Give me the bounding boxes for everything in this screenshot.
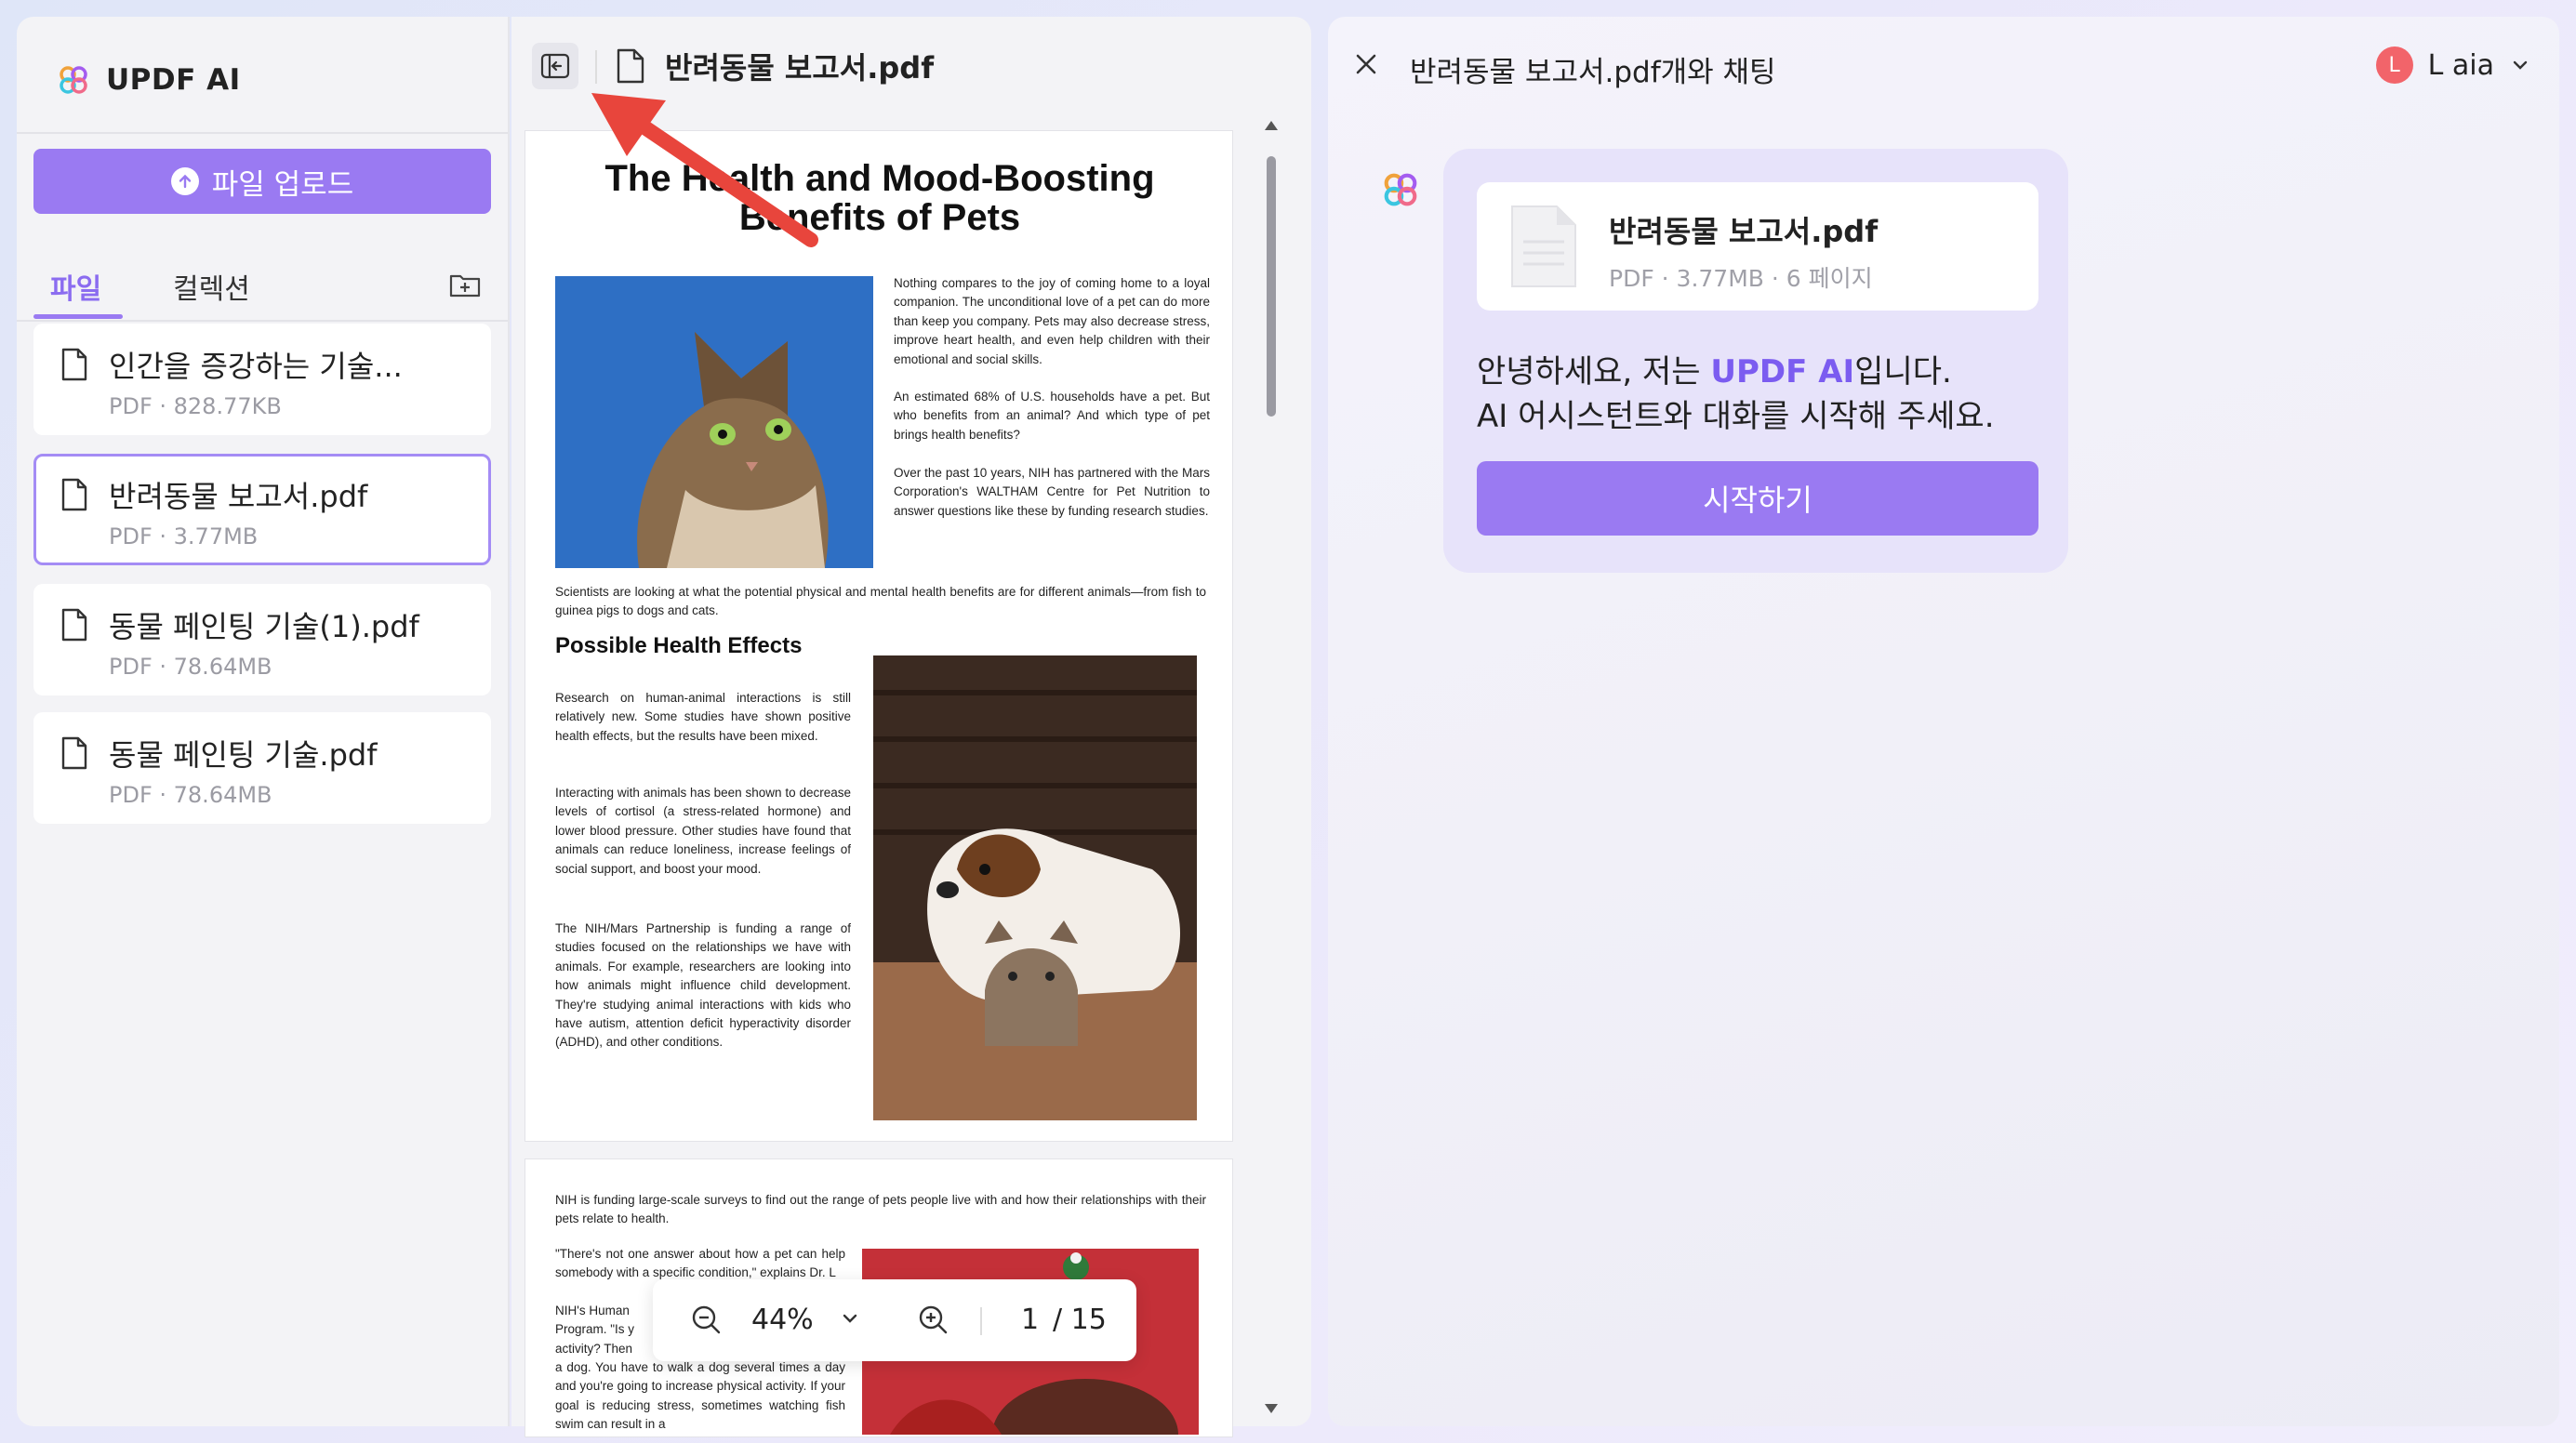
paragraph: NIH's Human Program. "Is y activity? The… bbox=[555, 1302, 657, 1358]
updf-logo-icon bbox=[60, 66, 87, 94]
cat-photo bbox=[555, 276, 873, 568]
chevron-down-icon bbox=[2513, 60, 2528, 70]
file-thumbnail-icon bbox=[1511, 205, 1576, 287]
file-meta: PDF · 78.64MB bbox=[109, 782, 272, 808]
pdf-page[interactable]: The Health and Mood-Boosting Benefits of… bbox=[524, 130, 1233, 1142]
greeting-brand: UPDF AI bbox=[1710, 353, 1855, 391]
dog-cat-illustration bbox=[873, 655, 1197, 1120]
file-name: 동물 페인팅 기술(1).pdf bbox=[109, 609, 419, 644]
paragraph: NIH is funding large-scale surveys to fi… bbox=[555, 1193, 1206, 1226]
file-meta: PDF · 828.77KB bbox=[109, 393, 282, 419]
doc-heading: Possible Health Effects bbox=[555, 633, 803, 658]
file-list-item[interactable]: 동물 페인팅 기술.pdf PDF · 78.64MB bbox=[33, 712, 491, 824]
sidebar: UPDF AI 파일 업로드 파일 컬렉션 인간을 증강하는 기술... PDF… bbox=[17, 17, 510, 1426]
file-list-item[interactable]: 인간을 증강하는 기술... PDF · 828.77KB bbox=[33, 324, 491, 435]
file-name: 인간을 증강하는 기술... bbox=[109, 349, 403, 384]
paragraph: Research on human-animal interactions is… bbox=[555, 691, 851, 743]
attached-file-name: 반려동물 보고서.pdf bbox=[1609, 214, 1879, 249]
close-icon[interactable] bbox=[1352, 50, 1380, 78]
ai-welcome-message: 반려동물 보고서.pdf PDF · 3.77MB · 6 페이지 안녕하세요,… bbox=[1443, 149, 2068, 573]
paragraph: a dog. You have to walk a dog several ti… bbox=[555, 1360, 845, 1432]
file-meta: PDF · 78.64MB bbox=[109, 654, 272, 680]
pdf-scrollbar[interactable] bbox=[1265, 121, 1278, 1413]
text-line: activity? Then bbox=[555, 1341, 633, 1356]
updf-ai-bot-icon bbox=[1384, 173, 1417, 206]
sidebar-tabs: 파일 컬렉션 bbox=[17, 260, 508, 322]
zoom-toolbar: 44% 1 / 15 bbox=[653, 1279, 1136, 1361]
dog-and-cat-photo bbox=[873, 655, 1197, 1120]
cat-illustration bbox=[555, 276, 873, 568]
collapse-sidebar-button[interactable] bbox=[532, 43, 578, 89]
paragraph: "There's not one answer about how a pet … bbox=[555, 1247, 845, 1280]
file-list-item[interactable]: 동물 페인팅 기술(1).pdf PDF · 78.64MB bbox=[33, 584, 491, 695]
paragraph: Over the past 10 years, NIH has partnere… bbox=[894, 466, 1210, 518]
tab-active-indicator bbox=[33, 314, 123, 319]
zoom-out-icon[interactable] bbox=[690, 1304, 722, 1335]
brand: UPDF AI bbox=[58, 63, 241, 97]
page-total: / 15 bbox=[1053, 1304, 1107, 1336]
document-icon bbox=[61, 736, 87, 770]
sidebar-divider bbox=[17, 132, 508, 134]
scroll-thumb[interactable] bbox=[1267, 156, 1276, 417]
tab-files[interactable]: 파일 bbox=[50, 266, 101, 307]
zoom-in-icon[interactable] bbox=[917, 1304, 949, 1335]
file-meta: PDF · 3.77MB bbox=[109, 523, 259, 549]
greeting-line: 안녕하세요, 저는 UPDF AI입니다. bbox=[1477, 350, 1995, 394]
paragraph: Scientists are looking at what the poten… bbox=[555, 585, 1206, 618]
toolbar-separator bbox=[980, 1307, 982, 1335]
pdf-viewer: 반려동물 보고서.pdf The Health and Mood-Boostin… bbox=[511, 17, 1311, 1437]
zoom-level[interactable]: 44% bbox=[751, 1304, 814, 1336]
start-chat-button[interactable]: 시작하기 bbox=[1477, 461, 2038, 536]
collapse-sidebar-icon bbox=[540, 53, 570, 79]
greeting-text: 안녕하세요, 저는 UPDF AI입니다. AI 어시스턴트와 대화를 시작해 … bbox=[1477, 350, 1995, 439]
pdf-title: 반려동물 보고서.pdf bbox=[665, 50, 935, 86]
attached-file-card: 반려동물 보고서.pdf PDF · 3.77MB · 6 페이지 bbox=[1477, 182, 2038, 311]
greeting-line: AI 어시스턴트와 대화를 시작해 주세요. bbox=[1477, 398, 1995, 435]
paragraph: Nothing compares to the joy of coming ho… bbox=[894, 276, 1210, 366]
user-name: L aia bbox=[2427, 48, 2494, 82]
greeting-suffix: 입니다. bbox=[1854, 353, 1952, 391]
attached-file-meta: PDF · 3.77MB · 6 페이지 bbox=[1609, 265, 1873, 292]
brand-name: UPDF AI bbox=[106, 63, 241, 97]
file-list-item-selected[interactable]: 반려동물 보고서.pdf PDF · 3.77MB bbox=[33, 454, 491, 565]
chat-panel: 반려동물 보고서.pdf개와 채팅 L L aia 반려동물 보고서.pdf P… bbox=[1328, 17, 2559, 1426]
file-name: 동물 페인팅 기술.pdf bbox=[109, 737, 378, 773]
scroll-down-arrow-icon[interactable] bbox=[1265, 1404, 1278, 1413]
scroll-up-arrow-icon[interactable] bbox=[1265, 121, 1278, 130]
document-icon bbox=[61, 608, 87, 642]
doc-title: The Health and Mood-Boosting Benefits of… bbox=[525, 159, 1234, 237]
doc-title-line: The Health and Mood-Boosting bbox=[604, 158, 1155, 199]
document-icon bbox=[617, 48, 644, 84]
tabs-divider bbox=[17, 320, 508, 322]
paragraph: Interacting with animals has been shown … bbox=[555, 786, 851, 876]
header-separator bbox=[595, 50, 597, 84]
document-icon bbox=[61, 348, 87, 381]
upload-file-button[interactable]: 파일 업로드 bbox=[33, 149, 491, 214]
upload-icon bbox=[170, 167, 199, 195]
text-line: NIH's Human bbox=[555, 1304, 630, 1317]
document-icon bbox=[61, 478, 87, 511]
greeting-prefix: 안녕하세요, 저는 bbox=[1477, 353, 1711, 391]
upload-file-label: 파일 업로드 bbox=[211, 167, 354, 202]
chat-title: 반려동물 보고서.pdf개와 채팅 bbox=[1410, 56, 1776, 89]
file-name: 반려동물 보고서.pdf bbox=[109, 479, 368, 514]
new-folder-icon[interactable] bbox=[446, 266, 484, 303]
current-page[interactable]: 1 bbox=[1021, 1304, 1039, 1336]
chevron-down-icon[interactable] bbox=[839, 1307, 861, 1330]
text-line: Program. "Is y bbox=[555, 1322, 635, 1337]
paragraph: An estimated 68% of U.S. households have… bbox=[894, 390, 1210, 442]
doc-title-line: Benefits of Pets bbox=[738, 197, 1021, 238]
pdf-header: 반려동물 보고서.pdf bbox=[511, 17, 1311, 117]
paragraph: The NIH/Mars Partnership is funding a ra… bbox=[555, 921, 851, 1050]
avatar: L bbox=[2375, 46, 2413, 84]
user-menu[interactable]: L L aia bbox=[2375, 46, 2531, 84]
tab-collections[interactable]: 컬렉션 bbox=[173, 266, 250, 307]
